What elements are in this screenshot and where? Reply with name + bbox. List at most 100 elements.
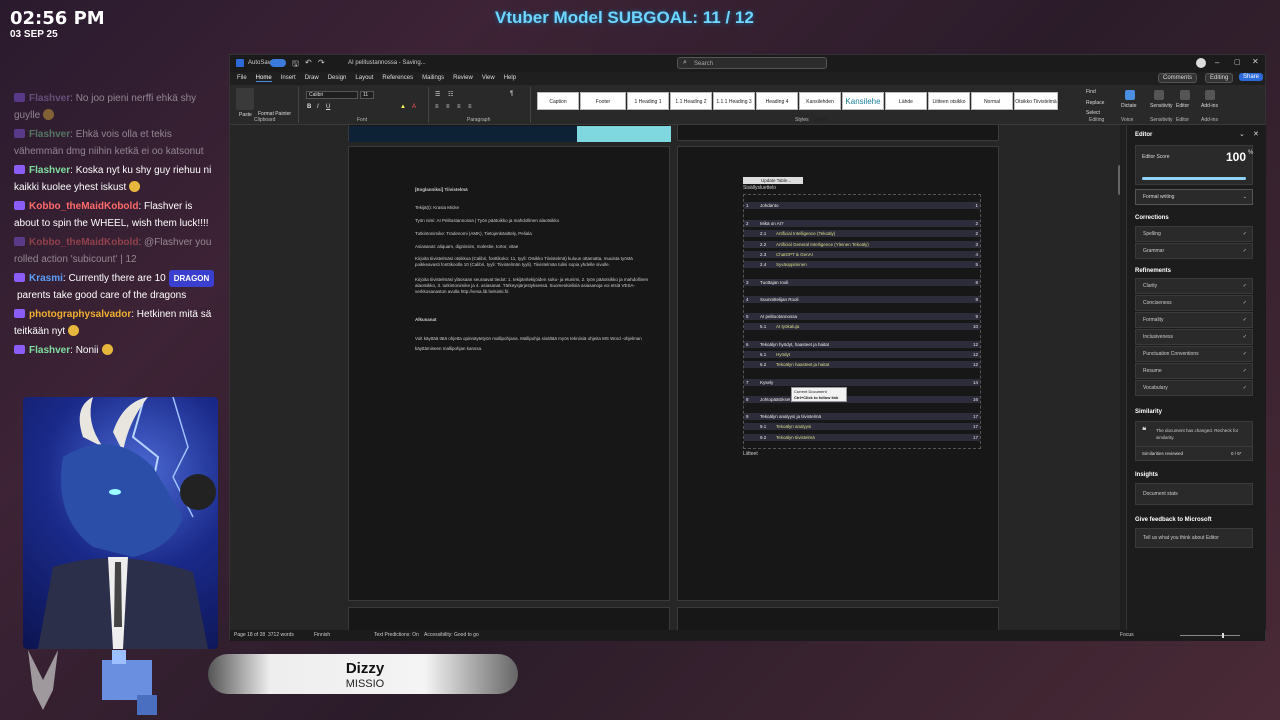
chat-username[interactable]: Flashver [29, 93, 70, 104]
toc-entry[interactable]: 9.2 Tekoälyn tiivistelmä 17 [744, 434, 980, 441]
font-name-select[interactable]: Calibri [306, 91, 358, 99]
maximize-icon[interactable]: ▢ [1234, 58, 1241, 66]
style-item[interactable]: Caption [537, 92, 579, 110]
replace-button[interactable]: Replace [1086, 100, 1104, 106]
toc-entry[interactable]: 5 AI pelituotannossa 9 [744, 313, 980, 320]
language-status[interactable]: Finnish [314, 630, 330, 641]
accessibility-status[interactable]: Accessibility: Good to go [424, 630, 479, 641]
text-predictions-status[interactable]: Text Predictions: On [374, 630, 419, 641]
chat-username[interactable]: Flashver [29, 345, 70, 356]
style-item[interactable]: Kansilehden Otsikko [799, 92, 841, 123]
style-item[interactable]: Otsikko Tiivistelmä [1014, 92, 1058, 110]
align-left-icon[interactable]: ≡ [435, 104, 439, 110]
underline-icon[interactable]: U [326, 104, 330, 110]
toc-entry[interactable]: 2.2 Artificial General Intelligence (Ylei… [744, 241, 980, 248]
editor-category-grammar[interactable]: Grammar ✓ [1135, 243, 1253, 259]
editor-category-punctuation-conventions[interactable]: Punctuation Conventions ✓ [1135, 346, 1253, 362]
menu-tab-file[interactable]: File [237, 75, 247, 81]
align-center-icon[interactable]: ≡ [446, 104, 450, 110]
style-item[interactable]: Liitteen otsikko [928, 92, 970, 110]
editor-button[interactable]: Editor [1176, 103, 1189, 109]
undo-icon[interactable]: ↶ [305, 58, 312, 67]
vertical-scrollbar[interactable] [1118, 165, 1120, 195]
writing-style-select[interactable]: Formal writing ⌄ [1135, 189, 1253, 205]
add-ins-button[interactable]: Add-ins [1201, 103, 1218, 109]
add-ins-icon[interactable] [1205, 90, 1215, 100]
autosave-toggle[interactable] [270, 59, 286, 67]
editor-category-conciseness[interactable]: Conciseness ✓ [1135, 295, 1253, 311]
find-button[interactable]: Find [1086, 89, 1096, 95]
menu-tab-design[interactable]: Design [328, 75, 347, 81]
toc-entry[interactable]: 7 Kysely 14 [744, 379, 980, 386]
close-icon[interactable]: ✕ [1252, 57, 1259, 66]
style-item[interactable]: Kansilehe [842, 92, 884, 110]
menu-tab-references[interactable]: References [382, 75, 413, 81]
style-item[interactable]: Footer [580, 92, 626, 110]
menu-tab-insert[interactable]: Insert [281, 75, 296, 81]
share-button[interactable]: Share [1239, 73, 1264, 81]
style-item[interactable]: Heading 4 [756, 92, 798, 110]
pilcrow-icon[interactable]: ¶ [510, 91, 513, 97]
word-count[interactable]: 3712 words [268, 630, 294, 641]
toc-entry[interactable]: 6.1 Hyödyt 12 [744, 351, 980, 358]
toc-entry[interactable]: 5.1 AI työkaluja 10 [744, 323, 980, 330]
align-right-icon[interactable]: ≡ [457, 104, 461, 110]
style-item[interactable]: 1.1 Heading 2 [670, 92, 712, 110]
style-item[interactable]: 1.1.1 Heading 3 [713, 92, 755, 110]
toc-entry[interactable]: 2.3 ChatGPT & GenAI 4 [744, 251, 980, 258]
italic-icon[interactable]: I [317, 104, 319, 110]
select-button[interactable]: Select [1086, 110, 1100, 116]
bold-icon[interactable]: B [307, 104, 311, 110]
menu-tab-mailings[interactable]: Mailings [422, 75, 444, 81]
search-box[interactable]: ⌕ Search [677, 57, 827, 69]
comments-button[interactable]: Comments [1158, 73, 1198, 83]
editing-mode-button[interactable]: Editing [1205, 73, 1234, 83]
account-avatar-icon[interactable] [1196, 58, 1206, 68]
menu-tab-home[interactable]: Home [255, 75, 272, 82]
paste-icon[interactable] [236, 88, 254, 110]
chat-username[interactable]: photographysalvador [29, 309, 131, 320]
toc-entry[interactable]: 2.1 Artificial Intelligence (Tekoäly) 2 [744, 230, 980, 237]
similarity-card[interactable]: ❝ The document has changed. Recheck for … [1135, 421, 1253, 461]
sensitivity-button[interactable]: Sensitivity [1150, 103, 1173, 109]
toc-entry[interactable]: 2.4 Syväoppiminen 5 [744, 261, 980, 268]
toc-entry[interactable]: 9 Tekoälyn analyysi ja tiivistelmä 17 [744, 413, 980, 420]
document-stats-button[interactable]: Document stats [1135, 483, 1253, 505]
style-item[interactable]: Lähde [885, 92, 927, 110]
style-item[interactable]: 1 Heading 1 [627, 92, 669, 110]
menu-tab-help[interactable]: Help [504, 75, 516, 81]
update-table-button[interactable]: Update Table... [743, 177, 803, 184]
redo-icon[interactable]: ↷ [318, 58, 325, 67]
chat-username[interactable]: Kobbo_theMaidKobold [29, 237, 138, 248]
editor-category-formality[interactable]: Formality ✓ [1135, 312, 1253, 328]
justify-icon[interactable]: ≡ [468, 104, 472, 110]
dictate-button[interactable]: Dictate [1121, 103, 1137, 109]
editor-category-inclusiveness[interactable]: Inclusiveness ✓ [1135, 329, 1253, 345]
menu-tab-draw[interactable]: Draw [305, 75, 319, 81]
toc-entry[interactable]: 6 Tekoälyn hyödyt, haasteet ja haitat 12 [744, 341, 980, 348]
minimize-icon[interactable]: – [1215, 58, 1219, 67]
page-abstract[interactable]: [Englanniksi] Tiivistelmä Tekijä(t): Kra… [348, 146, 670, 601]
toc-entry[interactable]: 2 Mikä on AI? 2 [744, 220, 980, 227]
bullets-icon[interactable]: ☰ [435, 91, 440, 98]
toc-entry[interactable]: 9.1 Tekoälyn analyysi 17 [744, 423, 980, 430]
font-size-select[interactable]: 11 [360, 91, 374, 99]
zoom-slider-thumb[interactable] [1222, 633, 1224, 638]
zoom-slider[interactable] [1180, 635, 1240, 636]
feedback-link[interactable]: Tell us what you think about Editor [1135, 528, 1253, 548]
sensitivity-icon[interactable] [1154, 90, 1164, 100]
toc-entry[interactable]: 1 Johdanto 1 [744, 202, 980, 209]
editor-score-card[interactable]: Editor Score 100 % [1135, 145, 1253, 185]
toc-entry[interactable]: 4 Suunnittelijan Rooli 8 [744, 296, 980, 303]
chevron-down-icon[interactable]: ⌄ [1239, 130, 1245, 138]
page-toc[interactable]: Update Table... Sisällysluettelo 1 Johdan… [677, 146, 999, 601]
toc-entry[interactable]: 3 Tuottajan rooli 8 [744, 279, 980, 286]
editor-icon[interactable] [1180, 90, 1190, 100]
editor-category-spelling[interactable]: Spelling ✓ [1135, 226, 1253, 242]
editor-category-vocabulary[interactable]: Vocabulary ✓ [1135, 380, 1253, 396]
save-icon[interactable]: 🖫 [292, 58, 299, 72]
highlight-color-icon[interactable]: ▲ [400, 104, 406, 110]
menu-tab-layout[interactable]: Layout [355, 75, 373, 81]
toc-entry[interactable]: 8 Johtopäätökset 16 [744, 396, 980, 403]
close-pane-icon[interactable]: ✕ [1253, 130, 1259, 138]
